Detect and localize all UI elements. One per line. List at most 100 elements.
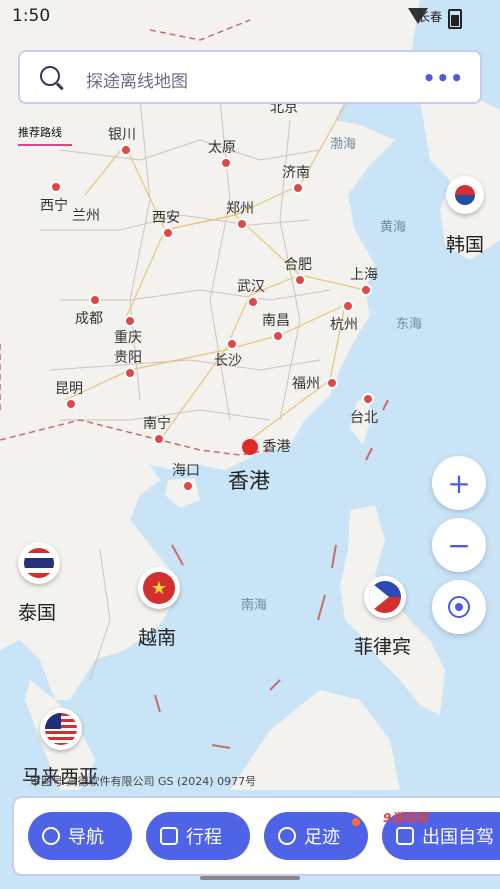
city-haikou[interactable]: 海口 <box>172 460 200 492</box>
city-hongkong[interactable]: 香港 <box>242 436 290 456</box>
city-dot-icon <box>226 338 238 350</box>
city-hangzhou[interactable]: 杭州 <box>330 300 358 334</box>
city-dot-icon <box>360 284 372 296</box>
map-copyright: 审图号 高德软件有限公司 GS (2024) 0977号 <box>30 775 257 788</box>
zoom-in-button[interactable]: + <box>432 456 486 510</box>
car-icon <box>396 827 414 845</box>
city-label: 福州 <box>292 376 320 392</box>
city-dot-icon <box>162 227 174 239</box>
city-dot-icon <box>153 433 165 445</box>
city-dot-icon <box>292 182 304 194</box>
city-label: 重庆 <box>114 330 142 346</box>
bottom-toolbar: 导航 行程 足迹 出国自驾 <box>12 796 500 876</box>
city-label: 银川 <box>108 127 136 143</box>
city-taiyuan[interactable]: 太原 <box>208 137 236 169</box>
search-bar[interactable]: 探途离线地图 ••• <box>18 50 482 104</box>
city-dot-icon <box>65 398 77 410</box>
city-label: 上海 <box>350 267 378 283</box>
city-lanzhou[interactable]: 兰州 <box>72 205 100 225</box>
abroad-label: 出国自驾 <box>422 827 494 848</box>
locate-button[interactable] <box>432 580 486 634</box>
city-dot-icon <box>120 144 132 156</box>
status-time: 1:50 <box>12 6 51 26</box>
minus-icon: − <box>447 528 471 562</box>
malaysia-flag-icon <box>40 708 82 750</box>
city-hefei[interactable]: 合肥 <box>284 254 312 286</box>
country-marker-korea[interactable]: 韩国 <box>446 176 492 257</box>
city-taipei[interactable]: 台北 <box>350 393 378 427</box>
country-label: 泰国 <box>18 602 57 624</box>
status-bar: 1:50 长春 <box>0 0 500 34</box>
trip-button[interactable]: 行程 <box>146 812 250 860</box>
recommended-routes-tab[interactable]: 推荐路线 <box>18 124 72 146</box>
city-dot-icon <box>362 393 374 405</box>
city-xining[interactable]: 西宁 <box>40 181 68 215</box>
city-chongqing[interactable]: 重庆 <box>114 315 142 347</box>
city-fuzhou[interactable]: 福州 <box>292 373 338 393</box>
trip-label: 行程 <box>186 827 222 848</box>
city-label: 南昌 <box>262 313 290 329</box>
city-label: 济南 <box>282 165 310 181</box>
search-icon <box>40 66 60 86</box>
footprint-label: 足迹 <box>304 827 340 848</box>
city-wuhan[interactable]: 武汉 <box>237 276 265 308</box>
city-hongkong-big-label: 香港 <box>228 469 270 493</box>
city-dot-icon <box>89 294 101 306</box>
city-label: 海口 <box>172 463 200 479</box>
city-label: 长沙 <box>214 353 242 369</box>
battery-icon <box>448 9 462 29</box>
city-label: 太原 <box>208 140 236 156</box>
city-kunming[interactable]: 昆明 <box>55 378 83 410</box>
navigate-label: 导航 <box>68 827 104 848</box>
city-dot-icon <box>50 181 62 193</box>
city-changsha[interactable]: 长沙 <box>214 338 242 370</box>
briefcase-icon <box>160 827 178 845</box>
city-chengdu[interactable]: 成都 <box>75 294 103 328</box>
city-shanghai[interactable]: 上海 <box>350 264 378 296</box>
navigate-button[interactable]: 导航 <box>28 812 132 860</box>
china-flag-icon <box>242 439 258 455</box>
city-jinan[interactable]: 济南 <box>282 162 310 194</box>
city-guiyang[interactable]: 贵阳 <box>114 347 142 379</box>
city-label: 合肥 <box>284 257 312 273</box>
footprint-button[interactable]: 足迹 <box>264 812 368 860</box>
sea-label-bohai: 渤海 <box>330 137 357 152</box>
country-label: 韩国 <box>446 234 485 256</box>
locate-icon <box>448 596 470 618</box>
plus-icon: + <box>447 466 471 500</box>
country-label: 越南 <box>138 627 177 649</box>
city-yinchuan[interactable]: 银川 <box>108 124 136 156</box>
watermark: 9游戏网 <box>383 811 428 825</box>
city-dot-icon <box>326 377 338 389</box>
city-zhengzhou[interactable]: 郑州 <box>226 198 254 230</box>
city-dot-icon <box>124 367 136 379</box>
sea-label-donghai: 东海 <box>396 317 423 332</box>
city-label: 兰州 <box>72 208 100 224</box>
country-label: 菲律宾 <box>354 636 412 658</box>
location-pin-icon <box>278 827 296 845</box>
city-label: 杭州 <box>330 317 358 333</box>
zoom-out-button[interactable]: − <box>432 518 486 572</box>
south-korea-flag-icon <box>446 176 484 214</box>
country-marker-thailand[interactable]: 泰国 <box>18 542 78 625</box>
country-marker-vietnam[interactable]: ★ 越南 <box>138 567 198 650</box>
city-dot-icon <box>220 157 232 169</box>
city-label: 成都 <box>75 311 103 327</box>
status-carrier: 长春 <box>417 10 442 24</box>
sea-label-nanhai: 南海 <box>241 598 268 613</box>
tab-underline <box>18 144 72 146</box>
city-label: 南宁 <box>143 416 171 432</box>
navigate-icon <box>42 827 60 845</box>
city-dot-icon <box>294 274 306 286</box>
search-placeholder[interactable]: 探途离线地图 <box>86 67 188 92</box>
city-dot-icon <box>342 300 354 312</box>
city-xian[interactable]: 西安 <box>152 207 180 239</box>
city-nanchang[interactable]: 南昌 <box>262 310 290 342</box>
vietnam-flag-icon: ★ <box>138 567 180 609</box>
city-label: 西安 <box>152 210 180 226</box>
city-nanning[interactable]: 南宁 <box>143 413 171 445</box>
city-dot-icon <box>236 218 248 230</box>
city-label: 昆明 <box>55 381 83 397</box>
more-options-icon[interactable]: ••• <box>423 66 464 90</box>
country-marker-philippines[interactable]: 菲律宾 <box>354 576 434 659</box>
